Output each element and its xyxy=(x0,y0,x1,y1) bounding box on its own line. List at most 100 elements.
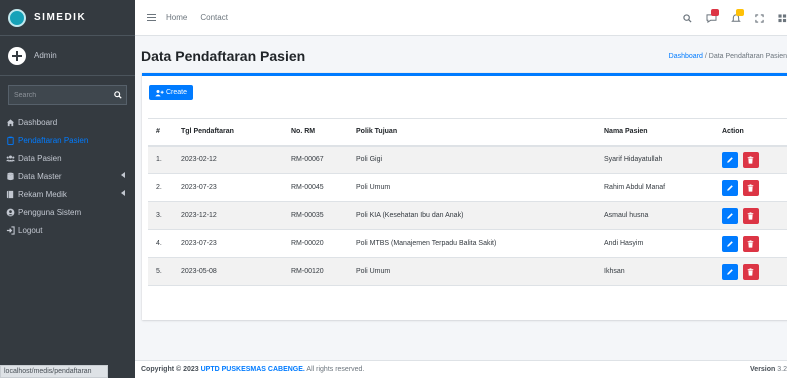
delete-button[interactable] xyxy=(742,207,759,224)
user-name: Admin xyxy=(34,51,57,60)
users-icon xyxy=(6,154,15,163)
pencil-icon xyxy=(727,240,733,247)
cell-no-rm: RM-00067 xyxy=(283,145,348,174)
database-icon xyxy=(6,172,15,181)
brand-name: SIMEDIK xyxy=(34,12,87,23)
edit-button[interactable] xyxy=(722,263,738,280)
column-header-nama-pasien[interactable]: Nama Pasien xyxy=(596,118,714,147)
messages-badge xyxy=(711,8,719,16)
nav-link-contact[interactable]: Contact xyxy=(200,13,228,22)
cell-nama-pasien: Asmaul husna xyxy=(596,201,714,230)
cell-number: 4. xyxy=(148,229,173,258)
pencil-icon xyxy=(727,212,733,219)
version-info: Version 3.2 xyxy=(750,366,787,373)
delete-button[interactable] xyxy=(742,151,759,168)
sidebar-item-dashboard[interactable]: Dashboard xyxy=(0,113,135,131)
sidebar-item-pendaftaran-pasien[interactable]: Pendaftaran Pasien xyxy=(0,131,135,149)
table-row: 3. 2023-12-12 RM-00035 Poli KIA (Kesehat… xyxy=(148,201,787,230)
avatar xyxy=(8,46,26,65)
registration-table: # Tgl Pendaftaran No. RM Polik Tujuan Na… xyxy=(148,118,787,286)
delete-button[interactable] xyxy=(742,263,759,280)
column-header-tgl-pendaftaran[interactable]: Tgl Pendaftaran xyxy=(173,118,283,147)
sidebar-item-data-pasien[interactable]: Data Pasien xyxy=(0,149,135,167)
footer-brand-link[interactable]: UPTD PUSKESMAS CABENGE. xyxy=(201,366,305,373)
create-button[interactable]: Create xyxy=(149,85,194,100)
navbar-search-icon[interactable] xyxy=(683,13,692,23)
column-header-polik-tujuan[interactable]: Polik Tujuan xyxy=(348,118,596,147)
book-icon xyxy=(6,190,15,199)
table-row: 2. 2023-07-23 RM-00045 Poli Umum Rahim A… xyxy=(148,173,787,202)
column-header-number: # xyxy=(148,118,173,147)
cell-polik-tujuan: Poli KIA (Kesehatan Ibu dan Anak) xyxy=(348,201,596,230)
cell-tgl-pendaftaran: 2023-12-12 xyxy=(173,201,283,230)
cell-number: 5. xyxy=(148,257,173,286)
page-title: Data Pendaftaran Pasien xyxy=(141,48,306,64)
user-circle-icon xyxy=(6,208,15,217)
nav-link-home[interactable]: Home xyxy=(166,13,187,22)
sidebar-item-label: Dashboard xyxy=(18,117,58,127)
sidebar-item-pengguna-sistem[interactable]: Pengguna Sistem xyxy=(0,203,135,221)
sidebar-item-label: Data Pasien xyxy=(18,153,62,163)
cell-action xyxy=(714,201,787,230)
edit-button[interactable] xyxy=(722,235,738,252)
trash-icon xyxy=(748,267,754,276)
messages-icon[interactable] xyxy=(706,8,719,23)
cell-no-rm: RM-00035 xyxy=(283,201,348,230)
delete-button[interactable] xyxy=(742,235,759,252)
cell-action xyxy=(714,257,787,286)
breadcrumb: Dashboard / Data Pendaftaran Pasien xyxy=(669,53,787,60)
table-header-row: # Tgl Pendaftaran No. RM Polik Tujuan Na… xyxy=(148,118,787,147)
cell-number: 2. xyxy=(148,173,173,202)
top-navbar: Home Contact xyxy=(135,0,787,36)
pencil-icon xyxy=(727,184,733,191)
fullscreen-icon[interactable] xyxy=(755,13,764,23)
edit-button[interactable] xyxy=(722,179,738,196)
trash-icon xyxy=(748,183,754,192)
cell-action xyxy=(714,173,787,202)
version-number: 3.2 xyxy=(777,366,787,373)
menu-toggle-icon[interactable] xyxy=(147,14,156,21)
sidebar-item-rekam-medik[interactable]: Rekam Medik xyxy=(0,185,135,203)
table-row: 1. 2023-02-12 RM-00067 Poli Gigi Syarif … xyxy=(148,145,787,174)
column-header-no-rm[interactable]: No. RM xyxy=(283,118,348,147)
grid-menu-icon[interactable] xyxy=(778,13,787,23)
sidebar-item-logout[interactable]: Logout xyxy=(0,221,135,239)
notifications-icon[interactable] xyxy=(731,8,744,23)
breadcrumb-current: Data Pendaftaran Pasien xyxy=(708,53,787,60)
status-bar-url: localhost/medis/pendaftaran xyxy=(0,365,108,378)
cell-tgl-pendaftaran: 2023-07-23 xyxy=(173,229,283,258)
trash-icon xyxy=(748,211,754,220)
cell-number: 1. xyxy=(148,145,173,174)
clipboard-icon xyxy=(6,136,15,145)
delete-button[interactable] xyxy=(742,179,759,196)
version-label: Version xyxy=(750,366,776,373)
sidebar-nav: Dashboard Pendaftaran Pasien Data Pasien… xyxy=(0,113,135,239)
brand-logo-icon xyxy=(8,8,26,27)
chevron-left-icon xyxy=(121,190,125,196)
user-panel[interactable]: Admin xyxy=(0,36,135,76)
search-icon xyxy=(113,91,122,99)
cell-tgl-pendaftaran: 2023-05-08 xyxy=(173,257,283,286)
edit-button[interactable] xyxy=(722,151,738,168)
sidebar-item-label: Logout xyxy=(18,225,43,235)
breadcrumb-home[interactable]: Dashboard xyxy=(669,53,703,60)
table-row: 4. 2023-07-23 RM-00020 Poli MTBS (Manaje… xyxy=(148,229,787,258)
sidebar-item-data-master[interactable]: Data Master xyxy=(0,167,135,185)
cell-tgl-pendaftaran: 2023-07-23 xyxy=(173,173,283,202)
sidebar-item-label: Rekam Medik xyxy=(18,189,67,199)
cell-number: 3. xyxy=(148,201,173,230)
trash-icon xyxy=(748,156,754,164)
brand[interactable]: SIMEDIK xyxy=(0,0,135,36)
search-input[interactable] xyxy=(8,85,109,105)
edit-button[interactable] xyxy=(722,207,738,224)
cell-no-rm: RM-00120 xyxy=(283,257,348,286)
search-button[interactable] xyxy=(109,85,127,105)
pencil-icon xyxy=(727,268,733,275)
table-row: 5. 2023-05-08 RM-00120 Poli Umum Ikhsan xyxy=(148,257,787,286)
logout-icon xyxy=(6,225,15,235)
footer: Copyright © 2023 UPTD PUSKESMAS CABENGE.… xyxy=(135,360,787,378)
chevron-left-icon xyxy=(121,172,125,178)
create-button-label: Create xyxy=(166,89,188,96)
cell-action xyxy=(714,145,787,174)
cell-tgl-pendaftaran: 2023-02-12 xyxy=(173,145,283,174)
